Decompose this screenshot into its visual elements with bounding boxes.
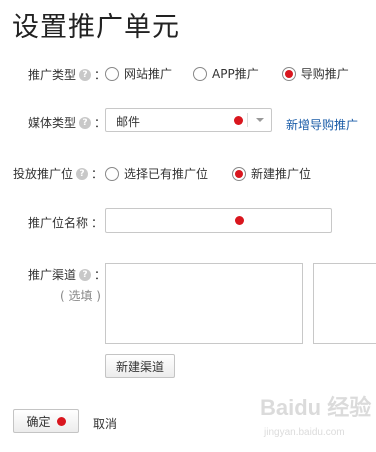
radio-shopping-guide-promo[interactable]: 导购推广 — [281, 65, 349, 82]
radio-checked-icon — [281, 66, 296, 81]
placement-name-input[interactable] — [105, 208, 332, 233]
promo-type-label-row: 推广类型 ? ： — [28, 66, 106, 83]
placement-label: 投放推广位 — [13, 167, 74, 181]
svg-text:Baidu 经验: Baidu 经验 — [260, 395, 371, 420]
radio-checked-icon — [232, 166, 247, 181]
help-icon[interactable]: ? — [79, 268, 92, 281]
svg-text:jingyan.baidu.com: jingyan.baidu.com — [263, 427, 345, 438]
placement-name-label-row: 推广位名称 ： — [28, 214, 103, 231]
confirm-label: 确定 — [26, 414, 51, 429]
radio-app-promo-label: APP推广 — [212, 67, 259, 81]
confirm-button[interactable]: 确定 — [13, 409, 79, 433]
select-divider — [247, 113, 248, 127]
colon: ： — [91, 216, 104, 230]
help-icon[interactable]: ? — [79, 68, 92, 81]
channel-label-row: 推广渠道 ? ： — [28, 266, 106, 283]
radio-existing-placement[interactable]: 选择已有推广位 — [105, 165, 208, 182]
media-type-selected-value: 邮件 — [116, 115, 141, 129]
radio-unchecked-icon — [105, 66, 119, 81]
radio-app-promo[interactable]: APP推广 — [193, 65, 259, 82]
promo-type-label: 推广类型 — [28, 68, 77, 82]
channel-selected-box[interactable] — [313, 263, 376, 344]
red-marker-dot — [234, 116, 243, 125]
new-channel-button[interactable]: 新建渠道 — [105, 354, 175, 378]
radio-new-placement[interactable]: 新建推广位 — [232, 165, 311, 182]
page-title: 设置推广单元 — [12, 12, 180, 43]
media-type-label: 媒体类型 — [28, 116, 77, 130]
radio-unchecked-icon — [105, 166, 119, 181]
red-marker-dot — [56, 416, 66, 426]
radio-website-promo[interactable]: 网站推广 — [105, 65, 172, 82]
channel-label: 推广渠道 — [28, 268, 77, 282]
promo-type-radio-group: 网站推广 APP推广 导购推广 — [105, 65, 349, 82]
media-type-select[interactable]: 邮件 — [105, 108, 272, 132]
cancel-link[interactable]: 取消 — [93, 415, 117, 432]
placement-name-label: 推广位名称 — [28, 216, 89, 230]
red-marker-dot — [235, 216, 244, 225]
help-icon[interactable]: ? — [79, 116, 92, 129]
radio-website-promo-label: 网站推广 — [124, 67, 173, 81]
radio-shopping-guide-promo-label: 导购推广 — [300, 67, 349, 81]
optional-note: ( 选填 ) — [60, 289, 101, 303]
baidu-watermark-logo: Baidu 经验 jingyan.baidu.com — [260, 395, 371, 438]
add-shopping-guide-link[interactable]: 新增导购推广 — [286, 116, 358, 133]
radio-new-placement-label: 新建推广位 — [251, 167, 312, 181]
help-icon[interactable]: ? — [76, 167, 89, 180]
radio-unchecked-icon — [193, 66, 208, 81]
placement-label-row: 投放推广位 ? ： — [13, 165, 103, 182]
radio-existing-placement-label: 选择已有推广位 — [124, 167, 209, 181]
channel-list-box[interactable] — [105, 263, 303, 344]
placement-radio-group: 选择已有推广位 新建推广位 — [105, 165, 311, 182]
media-type-label-row: 媒体类型 ? ： — [28, 114, 106, 131]
colon: ： — [91, 167, 104, 181]
chevron-down-icon — [256, 118, 264, 122]
